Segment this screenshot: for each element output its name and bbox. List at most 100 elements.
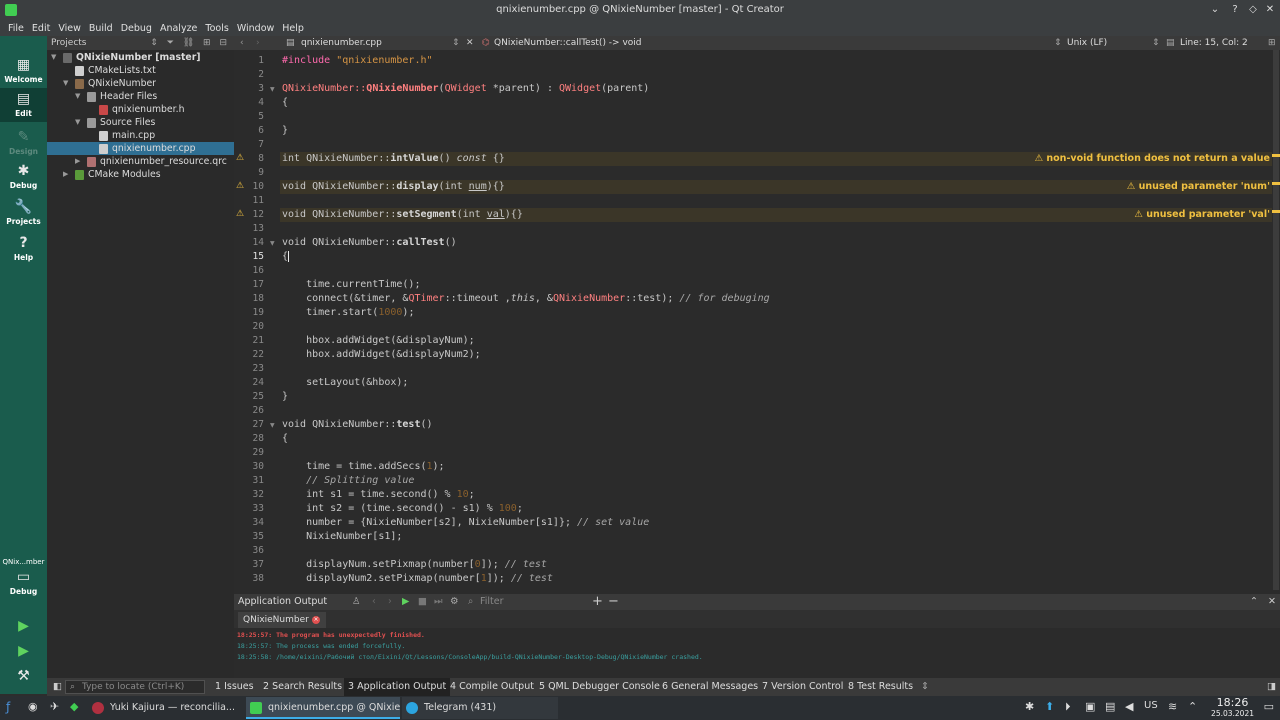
scrollbar-handle[interactable]	[1273, 50, 1279, 590]
editor-scrollbar[interactable]	[1272, 50, 1280, 594]
kit-selector[interactable]: QNix...mber ▭ Debug	[0, 554, 47, 604]
fold-marker-icon[interactable]: ▼	[270, 422, 275, 429]
close-pane-icon[interactable]: ✕	[1268, 594, 1276, 610]
close-tab-icon[interactable]: ×	[312, 616, 320, 624]
tree-item-main-cpp[interactable]: main.cpp	[47, 129, 234, 142]
mode-help[interactable]: ? Help	[0, 232, 47, 266]
menu-build[interactable]: Build	[85, 23, 117, 34]
menu-tools[interactable]: Tools	[201, 23, 232, 34]
line-ending-dropdown-icon[interactable]: ⇕	[1152, 36, 1160, 50]
debug-run-button[interactable]: ▶	[0, 641, 47, 665]
filter-input[interactable]: Filter	[480, 594, 504, 610]
open-file-name[interactable]: qnixienumber.cpp	[301, 36, 382, 50]
fold-marker-icon[interactable]: ▼	[270, 86, 275, 93]
tray-notes-icon[interactable]: ▤	[1105, 700, 1115, 713]
tray-update-icon[interactable]: ⬆	[1045, 700, 1054, 713]
line-ending-selector[interactable]: Unix (LF)	[1067, 36, 1107, 50]
tree-item-qnixienumber-h[interactable]: qnixienumber.h	[47, 103, 234, 116]
attach-debugger-icon[interactable]: ♙	[352, 594, 361, 610]
cursor-position[interactable]: Line: 15, Col: 2	[1180, 36, 1248, 50]
mode-welcome[interactable]: ▦ Welcome	[0, 54, 47, 88]
projects-toolbar-icons[interactable]: ⇕ ⏷ ⛓ ⊞ ⊟	[150, 36, 230, 50]
symbol-dropdown-icon[interactable]: ⇕	[1054, 36, 1062, 50]
stop-icon[interactable]: ■	[418, 594, 427, 610]
chevron-down-icon[interactable]: ▼	[75, 90, 80, 103]
clock[interactable]: 18:26 25.03.2021	[1211, 697, 1254, 719]
menu-analyze[interactable]: Analyze	[156, 23, 201, 34]
projects-selector[interactable]: Projects	[51, 38, 86, 48]
chevron-right-icon[interactable]: ▶	[63, 168, 68, 181]
more-panes-icon[interactable]: ⇕	[921, 678, 929, 696]
code-editor[interactable]: ⚠ non-void function does not return a va…	[280, 50, 1272, 594]
symbol-selector[interactable]: QNixieNumber::callTest() -> void	[494, 36, 642, 50]
pane-version-control[interactable]: 7 Version Control	[762, 678, 843, 696]
pane-qml-debugger-console[interactable]: 5 QML Debugger Console	[539, 678, 660, 696]
close-button[interactable]: ✕	[1261, 0, 1279, 20]
show-desktop-icon[interactable]: ▭	[1264, 700, 1274, 713]
keyboard-layout[interactable]: US	[1144, 700, 1158, 711]
tray-media-icon[interactable]: ⏵	[1065, 700, 1071, 714]
warning-message[interactable]: ⚠ unused parameter 'val'	[1134, 208, 1270, 222]
toggle-output-icon[interactable]: ◨	[1267, 678, 1276, 696]
mode-projects[interactable]: 🔧 Projects	[0, 196, 47, 230]
mode-design[interactable]: ✎ Design	[0, 126, 47, 160]
pane-search-results[interactable]: 2 Search Results	[263, 678, 342, 696]
forward-arrow-icon[interactable]: ›	[256, 36, 260, 50]
chevron-down-icon[interactable]: ▼	[51, 51, 56, 64]
chevron-down-icon[interactable]: ▼	[75, 116, 80, 129]
rerun-icon[interactable]: ▶	[402, 594, 409, 610]
taskbar-item-telegram[interactable]: Telegram (431)	[402, 697, 558, 719]
steam-icon[interactable]: ✈	[50, 700, 59, 713]
menu-help[interactable]: Help	[278, 23, 308, 34]
tray-volume-icon[interactable]: ◀	[1125, 700, 1133, 713]
warning-message[interactable]: ⚠ unused parameter 'num'	[1127, 180, 1270, 194]
minimize-button[interactable]: ⌄	[1206, 0, 1224, 20]
back-arrow-icon[interactable]: ‹	[240, 36, 244, 50]
tree-item-qnixienumber[interactable]: ▼ QNixieNumber	[47, 77, 234, 90]
step-icon[interactable]: ⏭	[434, 594, 443, 610]
mode-debug[interactable]: ✱ Debug	[0, 160, 47, 194]
tray-expand-icon[interactable]: ⌃	[1188, 700, 1197, 713]
tree-item-project-root[interactable]: ▼ QNixieNumber [master]	[47, 51, 234, 64]
output-tab-qnixienumber[interactable]: QNixieNumber ×	[238, 612, 326, 628]
menu-file[interactable]: File	[4, 23, 28, 34]
qt-icon[interactable]: ◆	[70, 700, 78, 713]
split-editor-icon[interactable]: ⊞	[1268, 36, 1276, 50]
output-text[interactable]: 18:25:57: The program has unexpectedly f…	[234, 628, 1280, 678]
maximize-pane-icon[interactable]: ⌃	[1250, 594, 1258, 610]
chevron-right-icon[interactable]: ▶	[75, 155, 80, 168]
menu-view[interactable]: View	[54, 23, 85, 34]
tray-wifi-icon[interactable]: ≋	[1168, 700, 1177, 713]
tree-item-qnixienumber-cpp[interactable]: qnixienumber.cpp	[47, 142, 234, 155]
taskbar-item-qtcreator[interactable]: qnixienumber.cpp @ QNixie...	[246, 697, 400, 719]
pane-test-results[interactable]: 8 Test Results	[848, 678, 913, 696]
toggle-sidebar-icon[interactable]: ◧	[53, 678, 62, 696]
locator-input[interactable]: ⌕ Type to locate (Ctrl+K)	[65, 680, 205, 694]
chevron-down-icon[interactable]: ▼	[63, 77, 68, 90]
tray-bug-icon[interactable]: ✱	[1025, 700, 1034, 713]
tree-item-source-files[interactable]: ▼ Source Files	[47, 116, 234, 129]
fold-marker-icon[interactable]: ▼	[270, 240, 275, 247]
tray-clipboard-icon[interactable]: ▣	[1085, 700, 1095, 713]
tree-item-cmakelists[interactable]: CMakeLists.txt	[47, 64, 234, 77]
taskbar-item-music[interactable]: Yuki Kajiura — reconcilia...	[88, 697, 244, 719]
mode-edit[interactable]: ▤ Edit	[0, 88, 47, 122]
build-button[interactable]: ⚒	[0, 666, 47, 690]
menu-debug[interactable]: Debug	[117, 23, 156, 34]
tree-item-header-files[interactable]: ▼ Header Files	[47, 90, 234, 103]
file-dropdown-icon[interactable]: ⇕	[452, 36, 460, 50]
maximize-button[interactable]: ◇	[1244, 0, 1262, 20]
menu-window[interactable]: Window	[233, 23, 278, 34]
run-button[interactable]: ▶	[0, 616, 47, 640]
help-icon[interactable]: ?	[1226, 0, 1244, 20]
next-icon[interactable]: ›	[388, 594, 392, 610]
menu-edit[interactable]: Edit	[28, 23, 54, 34]
tree-item-resource-qrc[interactable]: ▶ qnixienumber_resource.qrc	[47, 155, 234, 168]
add-output-icon[interactable]: +	[592, 594, 603, 610]
tree-item-cmake-modules[interactable]: ▶ CMake Modules	[47, 168, 234, 181]
pane-general-messages[interactable]: 6 General Messages	[662, 678, 758, 696]
discord-icon[interactable]: ◉	[28, 700, 38, 713]
pane-issues[interactable]: 1 Issues	[215, 678, 254, 696]
app-launcher-icon[interactable]: ƒ	[6, 700, 10, 714]
warning-message[interactable]: ⚠ non-void function does not return a va…	[1035, 152, 1270, 166]
